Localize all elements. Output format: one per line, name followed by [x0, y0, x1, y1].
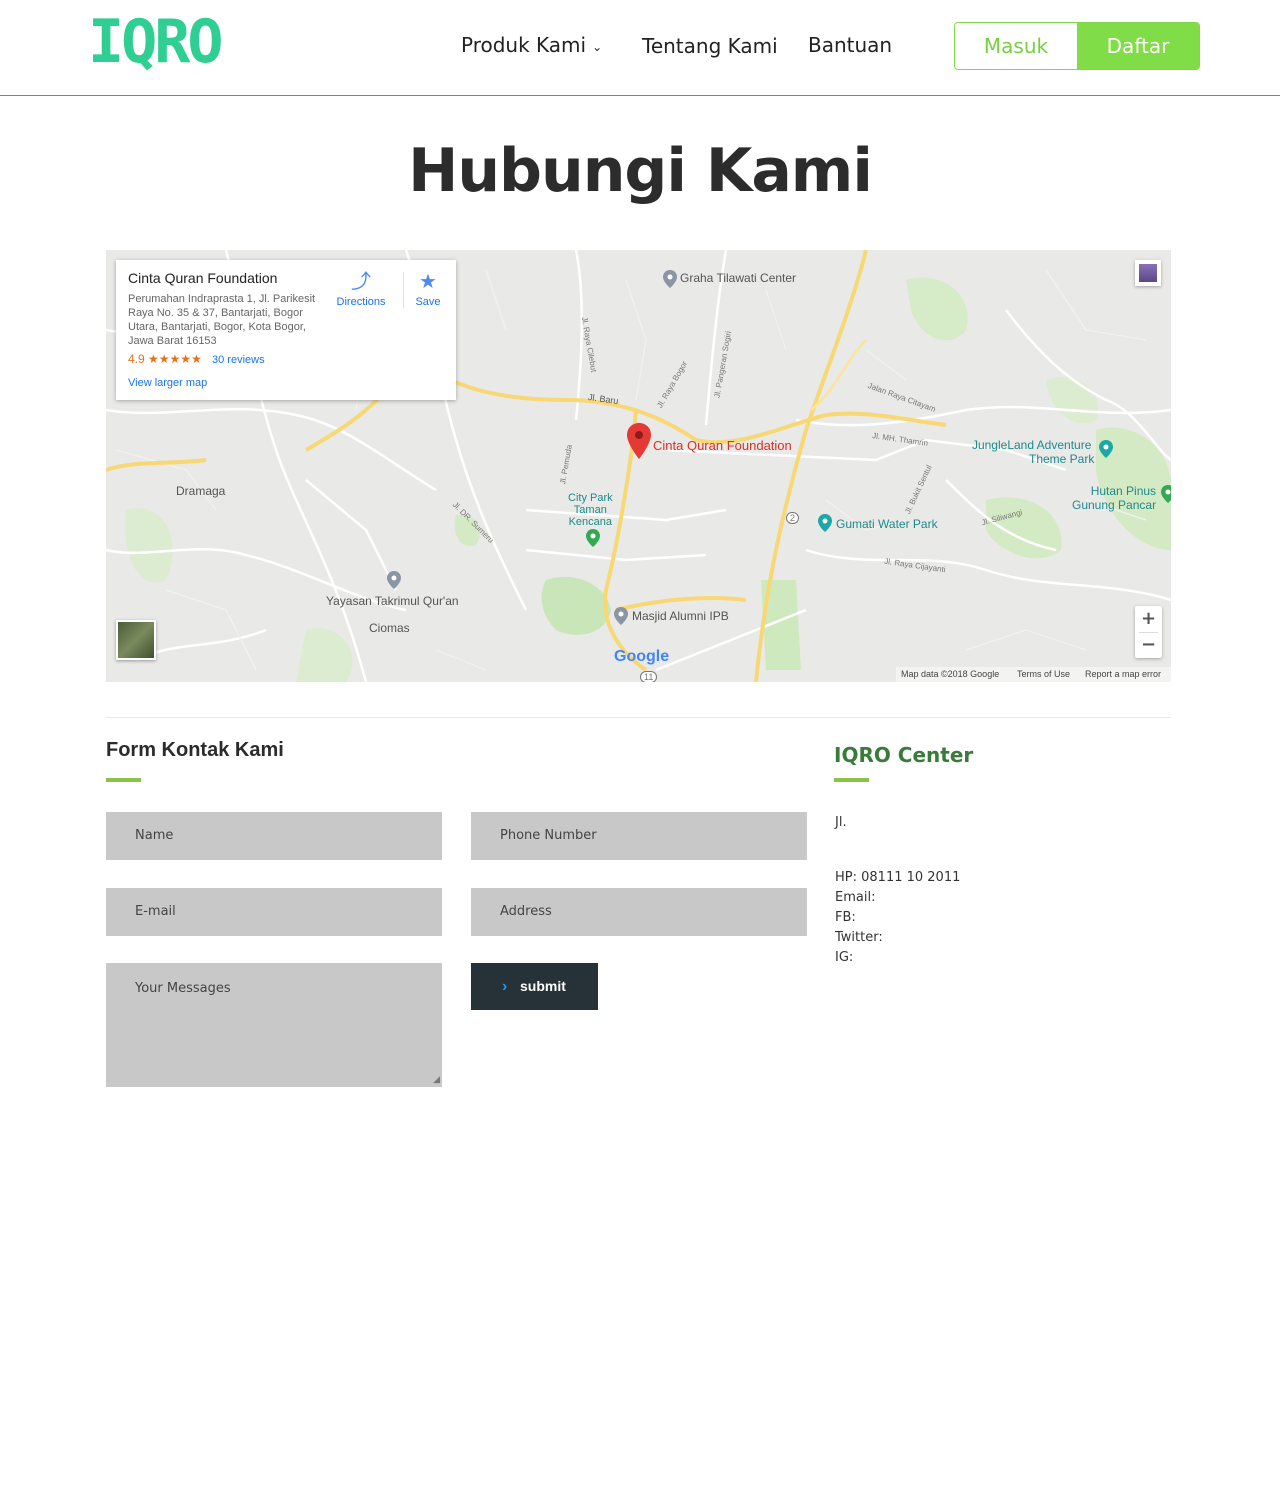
map-footer: Map data ©2018 Google Terms of Use Repor…	[896, 667, 1171, 682]
embedded-map[interactable]: Graha Tilawati Center Cinta Quran Founda…	[106, 250, 1171, 682]
star-rating-icon: ★★★★★	[148, 352, 202, 366]
location-marker-icon[interactable]	[627, 423, 651, 459]
poi-pin-icon	[387, 571, 401, 589]
register-button[interactable]: Daftar	[1077, 23, 1199, 69]
map-label-hutan: Hutan Pinus Gunung Pancar	[1072, 484, 1156, 512]
map-route-11: 11	[640, 671, 658, 682]
zoom-out-button[interactable]: −	[1135, 632, 1162, 658]
login-button[interactable]: Masuk	[955, 23, 1077, 69]
chevron-right-icon: ›	[502, 978, 508, 995]
map-label-cqf: Cinta Quran Foundation	[653, 438, 792, 453]
auth-group: Masuk Daftar	[954, 22, 1200, 70]
map-label-citypark: City Park Taman Kencana	[568, 492, 613, 528]
directions-button[interactable]: ⤴ Directions	[326, 270, 396, 308]
center-title-underline	[834, 778, 869, 782]
center-twitter: Twitter:	[835, 930, 883, 945]
message-placeholder: Your Messages	[135, 981, 231, 996]
email-input[interactable]: E-mail	[106, 888, 442, 936]
card-divider	[403, 272, 404, 308]
place-info-card: Cinta Quran Foundation Perumahan Indrapr…	[116, 260, 456, 400]
place-name: Cinta Quran Foundation	[128, 270, 278, 286]
view-larger-map-link[interactable]: View larger map	[128, 377, 207, 389]
save-button[interactable]: ★ Save	[408, 270, 448, 308]
poi-pin-icon	[614, 607, 628, 625]
google-logo-text: Google	[614, 648, 670, 665]
resize-grip-icon[interactable]: ◢	[433, 1076, 440, 1085]
map-label-citypark-3: Kencana	[568, 516, 613, 528]
place-rating: 4.9 ★★★★★	[128, 352, 202, 366]
map-route-2: 2	[786, 512, 800, 524]
map-label-citypark-1: City Park	[568, 492, 613, 504]
form-title-underline	[106, 778, 141, 782]
map-data-credit: Map data ©2018 Google	[901, 669, 1000, 679]
map-label-dramaga: Dramaga	[176, 484, 226, 498]
park-pin-icon	[818, 514, 832, 532]
name-input[interactable]: Name	[106, 812, 442, 860]
park-pin-icon	[1161, 485, 1171, 503]
page-title: Hubungi Kami	[408, 136, 873, 206]
center-hp: HP: 08111 10 2011	[835, 870, 961, 885]
map-label-jungleland-1: JungleLand Adventure	[971, 438, 1092, 452]
star-icon: ★	[419, 271, 437, 293]
address-input[interactable]: Address	[471, 888, 807, 936]
terms-link[interactable]: Terms of Use	[1017, 669, 1070, 679]
map-label-hutan-2: Gunung Pancar	[1072, 498, 1157, 512]
section-divider	[106, 717, 1171, 718]
message-textarea[interactable]: Your Messages ◢	[106, 963, 442, 1087]
site-header: IQRO Produk Kami ⌄ Tentang Kami Bantuan M…	[0, 0, 1280, 96]
center-ig: IG:	[835, 950, 854, 965]
map-label-hutan-1: Hutan Pinus	[1090, 484, 1157, 498]
park-pin-icon	[1099, 440, 1113, 458]
map-label-gumati: Gumati Water Park	[836, 517, 938, 531]
reviews-link[interactable]: 30 reviews	[212, 354, 265, 366]
save-label: Save	[415, 296, 441, 308]
map-label-jungleland-2: Theme Park	[1029, 452, 1095, 466]
park-pin-icon	[586, 529, 600, 547]
nav-tentang-kami[interactable]: Tentang Kami	[642, 34, 778, 58]
google-logo: Google	[614, 648, 669, 666]
zoom-in-button[interactable]: +	[1135, 606, 1162, 632]
center-email: Email:	[835, 890, 876, 905]
iqro-logo[interactable]: IQRO	[88, 12, 223, 72]
nav-bantuan[interactable]: Bantuan	[808, 33, 892, 57]
center-fb: FB:	[835, 910, 856, 925]
map-label-citypark-2: Taman	[573, 504, 607, 516]
rating-value: 4.9	[128, 352, 145, 366]
place-address: Perumahan Indraprasta 1, Jl. Parikesit R…	[128, 293, 316, 347]
nav-produk-label: Produk Kami	[461, 33, 587, 57]
phone-input[interactable]: Phone Number	[471, 812, 807, 860]
satellite-toggle[interactable]	[116, 620, 156, 660]
poi-pin-icon	[663, 270, 677, 288]
zoom-controls: + −	[1135, 606, 1162, 658]
map-label-jungleland: JungleLand Adventure Theme Park	[969, 438, 1094, 466]
directions-icon: ⤴	[351, 271, 371, 293]
directions-label: Directions	[336, 296, 386, 308]
submit-button[interactable]: › submit	[471, 963, 598, 1010]
chevron-down-icon: ⌄	[592, 39, 603, 54]
map-avatar[interactable]	[1135, 260, 1161, 286]
map-label-masjid: Masjid Alumni IPB	[632, 609, 729, 623]
avatar-image	[1139, 264, 1157, 282]
form-title: Form Kontak Kami	[106, 739, 284, 761]
zoom-divider	[1139, 632, 1158, 633]
center-street: Jl.	[835, 815, 847, 830]
map-label-graha: Graha Tilawati Center	[680, 271, 797, 285]
report-error-link[interactable]: Report a map error	[1085, 669, 1161, 679]
map-label-yayasan: Yayasan Takrimul Qur'an	[326, 594, 459, 608]
map-label-ciomas: Ciomas	[369, 621, 410, 635]
submit-label: submit	[520, 978, 566, 994]
center-title: IQRO Center	[834, 743, 974, 767]
nav-produk-kami[interactable]: Produk Kami ⌄	[461, 33, 602, 59]
